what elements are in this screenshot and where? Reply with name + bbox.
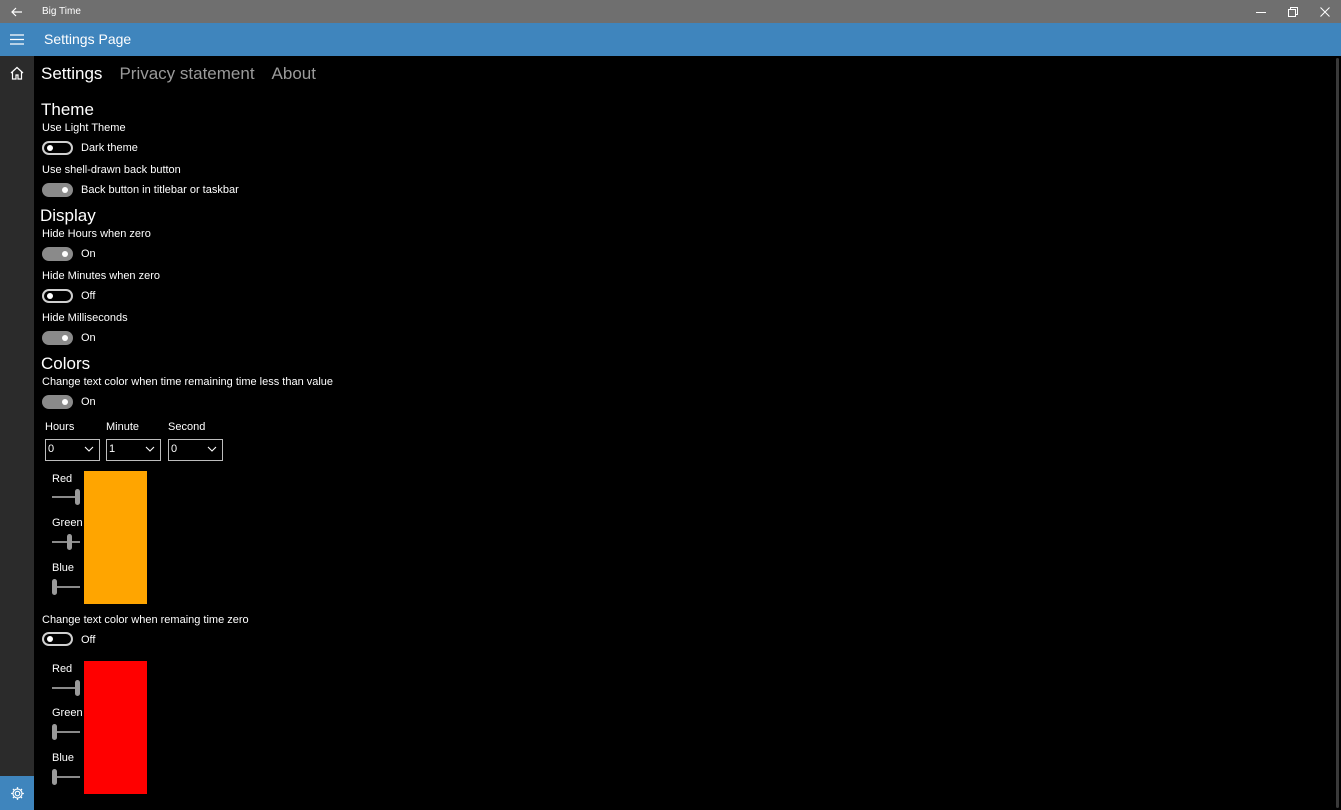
restore-button[interactable]: [1277, 0, 1309, 23]
close-icon: [1320, 6, 1330, 17]
hours-label: Hours: [45, 421, 75, 433]
tab-privacy-statement[interactable]: Privacy statement: [119, 62, 254, 86]
hide-minutes-label: Hide Minutes when zero: [42, 270, 161, 282]
light-theme-state: Dark theme: [81, 142, 138, 154]
hide-hours-toggle[interactable]: [42, 247, 73, 261]
zero-red-slider[interactable]: [52, 679, 80, 697]
hide-minutes-state: Off: [81, 290, 96, 302]
light-theme-label: Use Light Theme: [42, 122, 126, 134]
toggle-knob: [47, 145, 53, 151]
slider-thumb[interactable]: [52, 579, 57, 595]
zero-color-toggle[interactable]: [42, 632, 73, 646]
zero-blue-slider[interactable]: [52, 768, 80, 786]
hide-hours-label: Hide Hours when zero: [42, 228, 151, 240]
zero-red-label: Red: [52, 663, 73, 675]
title-bar: Big Time: [0, 0, 1341, 23]
minimize-icon: [1256, 11, 1266, 13]
minimize-button[interactable]: [1245, 0, 1277, 23]
warn-green-slider[interactable]: [52, 533, 80, 551]
warn-red-slider[interactable]: [52, 488, 80, 506]
hours-select-value: 0: [48, 443, 55, 455]
hide-minutes-toggle[interactable]: [42, 289, 73, 303]
toggle-knob: [62, 399, 68, 405]
slider-thumb[interactable]: [66, 534, 72, 550]
hamburger-icon: [10, 34, 24, 45]
warn-color-toggle[interactable]: [42, 395, 73, 409]
restore-icon: [1288, 6, 1298, 17]
toggle-knob: [47, 636, 53, 642]
header-bar: Settings Page: [0, 23, 1341, 56]
minute-select[interactable]: 1: [106, 439, 161, 461]
settings-nav-button[interactable]: [0, 776, 34, 810]
home-nav-button[interactable]: [0, 56, 34, 90]
toggle-knob: [62, 187, 68, 193]
warn-blue-slider[interactable]: [52, 578, 80, 596]
back-button[interactable]: [0, 0, 34, 23]
home-icon: [10, 66, 24, 80]
warn-blue-label: Blue: [52, 562, 75, 574]
colors-heading: Colors: [41, 354, 91, 373]
app-title: Big Time: [42, 6, 81, 17]
hide-ms-label: Hide Milliseconds: [42, 312, 128, 324]
slider-thumb[interactable]: [52, 769, 57, 785]
zero-green-label: Green: [52, 707, 83, 719]
display-heading: Display: [40, 206, 96, 225]
hide-ms-state: On: [81, 332, 96, 344]
zero-blue-label: Blue: [52, 752, 75, 764]
theme-heading: Theme: [41, 100, 94, 119]
slider-thumb[interactable]: [75, 680, 80, 696]
page-title: Settings Page: [44, 31, 132, 47]
zero-color-swatch: [84, 661, 147, 794]
warn-green-label: Green: [52, 517, 83, 529]
toggle-knob: [62, 251, 68, 257]
toggle-knob: [62, 335, 68, 341]
nav-rail: [0, 56, 34, 810]
minute-select-value: 1: [109, 443, 116, 455]
tab-about[interactable]: About: [272, 62, 316, 86]
chevron-down-icon: [84, 446, 94, 452]
toggle-knob: [47, 293, 53, 299]
slider-thumb[interactable]: [52, 724, 57, 740]
back-button-toggle[interactable]: [42, 183, 73, 197]
zero-green-slider[interactable]: [52, 723, 80, 741]
minute-label: Minute: [106, 421, 140, 433]
slider-thumb[interactable]: [75, 489, 80, 505]
second-label: Second: [168, 421, 206, 433]
pivot-tabs: Settings Privacy statement About: [41, 62, 316, 86]
warn-red-label: Red: [52, 473, 73, 485]
zero-color-label: Change text color when remaing time zero: [42, 614, 249, 626]
scrollbar[interactable]: [1336, 58, 1339, 808]
warn-color-label: Change text color when time remaining ti…: [42, 376, 334, 388]
tab-settings[interactable]: Settings: [41, 62, 102, 86]
menu-button[interactable]: [0, 23, 34, 56]
chevron-down-icon: [145, 446, 155, 452]
hide-ms-toggle[interactable]: [42, 331, 73, 345]
close-button[interactable]: [1309, 0, 1341, 23]
second-select[interactable]: 0: [168, 439, 223, 461]
gear-icon: [10, 786, 24, 800]
hours-select[interactable]: 0: [45, 439, 100, 461]
back-button-state: Back button in titlebar or taskbar: [81, 184, 239, 196]
chevron-down-icon: [207, 446, 217, 452]
warn-color-swatch: [84, 471, 147, 604]
back-button-label: Use shell-drawn back button: [42, 164, 181, 176]
hide-hours-state: On: [81, 248, 96, 260]
zero-color-state: Off: [81, 634, 96, 646]
light-theme-toggle[interactable]: [42, 141, 73, 155]
warn-color-state: On: [81, 396, 96, 408]
back-arrow-icon: [11, 7, 22, 16]
second-select-value: 0: [171, 443, 178, 455]
